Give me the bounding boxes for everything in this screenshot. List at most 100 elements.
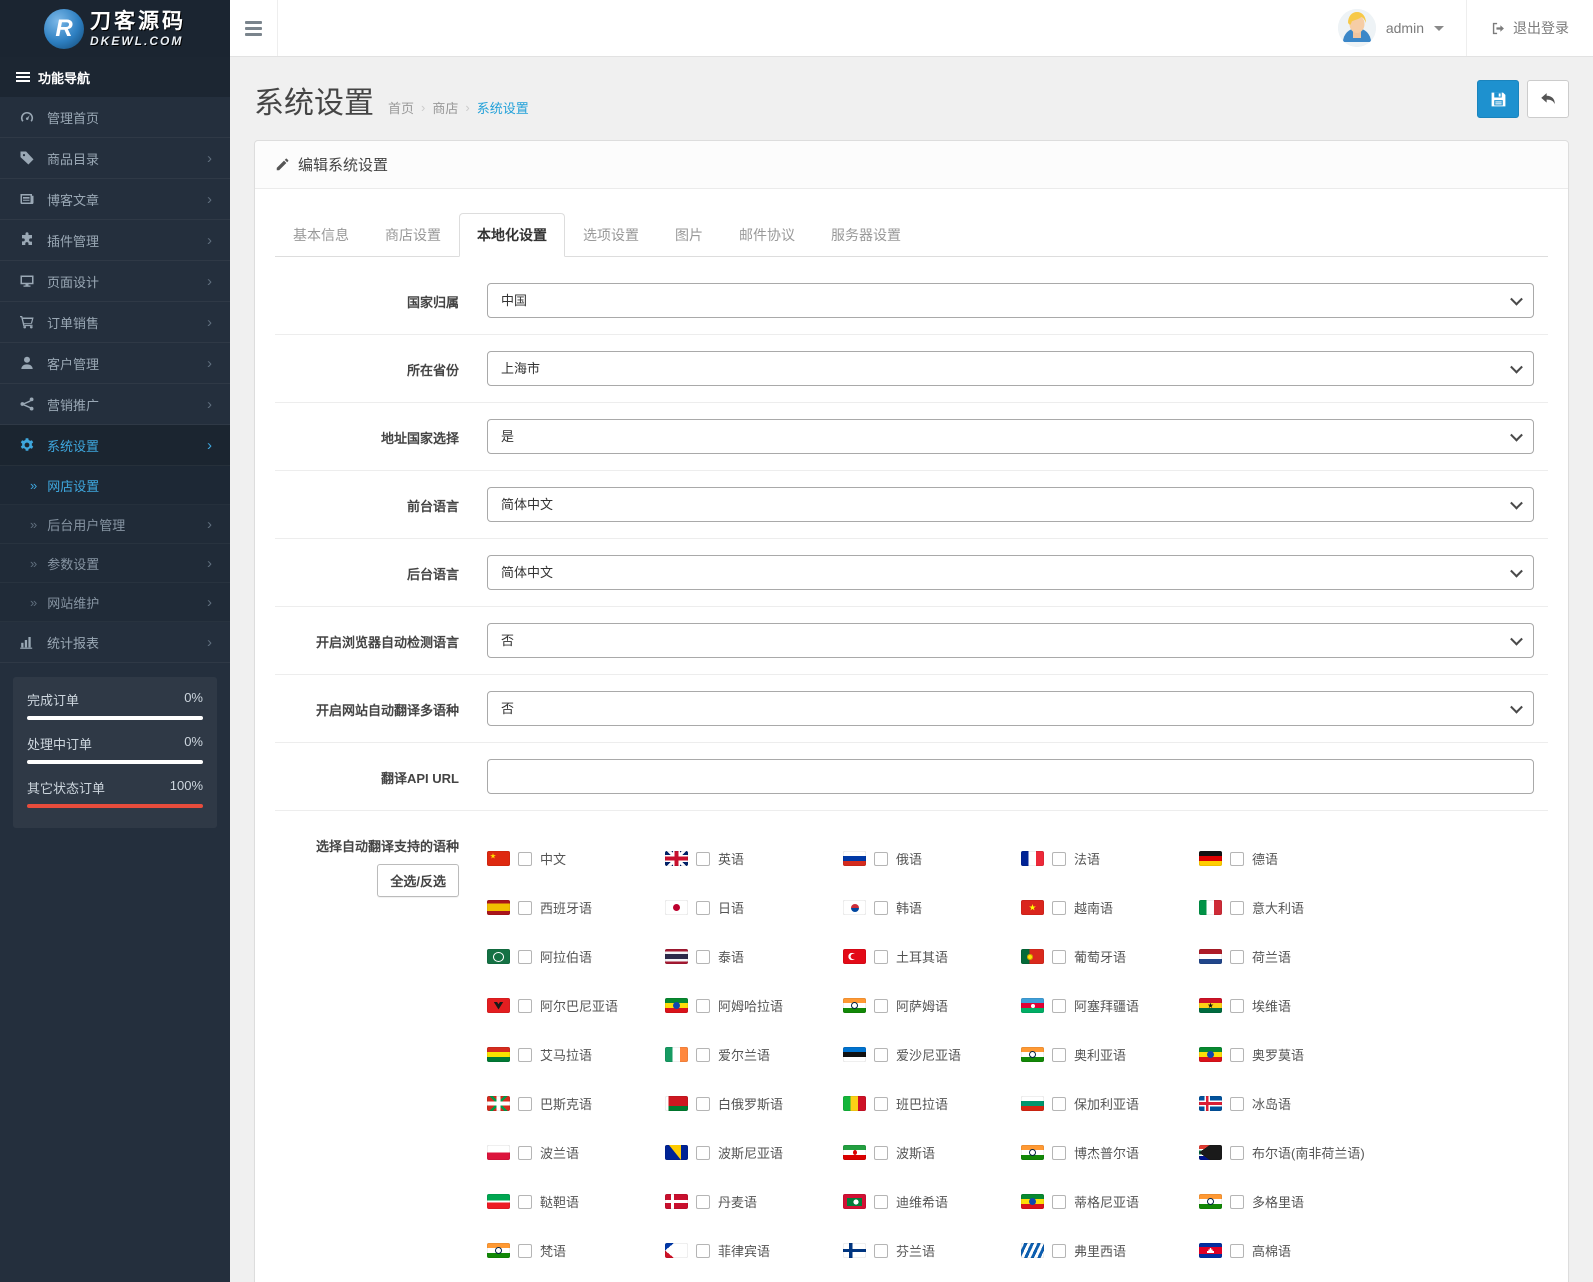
language-checkbox[interactable] xyxy=(874,998,888,1013)
language-label: 俄语 xyxy=(896,852,923,867)
language-item: 波斯语 xyxy=(843,1143,1021,1162)
address-country-select[interactable]: 是 xyxy=(487,419,1534,454)
logout-button[interactable]: 退出登录 xyxy=(1466,0,1593,56)
language-item: 阿姆哈拉语 xyxy=(665,996,843,1015)
language-checkbox[interactable] xyxy=(696,1096,710,1111)
sidebar-item-dashboard[interactable]: 管理首页 xyxy=(0,97,230,138)
sidebar-nav: 管理首页 商品目录 › 博客文章 › 插件管理 › 页面设计 › 订单销售 › 客户管理 › 营销推广 › 系… xyxy=(0,97,230,663)
sidebar-item-blog[interactable]: 博客文章 › xyxy=(0,179,230,220)
language-item: 巴斯克语 xyxy=(487,1094,665,1113)
language-checkbox[interactable] xyxy=(518,1096,532,1111)
settings-tabs: 基本信息 商店设置 本地化设置 选项设置 图片 邮件协议 服务器设置 xyxy=(275,213,1548,257)
sidebar-subitem-label: 网站维护 xyxy=(47,595,100,611)
language-checkbox[interactable] xyxy=(696,851,710,866)
sidebar-subitem-parameters[interactable]: » 参数设置 › xyxy=(0,544,230,583)
tab-服务器设置[interactable]: 服务器设置 xyxy=(813,213,919,257)
language-checkbox[interactable] xyxy=(1230,1194,1244,1209)
language-checkbox[interactable] xyxy=(1052,1194,1066,1209)
sidebar-item-sales[interactable]: 订单销售 › xyxy=(0,302,230,343)
browser-detect-language-select[interactable]: 否 xyxy=(487,623,1534,658)
language-checkbox[interactable] xyxy=(518,949,532,964)
language-checkbox[interactable] xyxy=(1052,1047,1066,1062)
translate-api-url-input[interactable] xyxy=(487,759,1534,794)
language-checkbox[interactable] xyxy=(874,1243,888,1258)
tab-基本信息[interactable]: 基本信息 xyxy=(275,213,367,257)
language-item: 荷兰语 xyxy=(1199,947,1377,966)
language-checkbox[interactable] xyxy=(1052,998,1066,1013)
language-checkbox[interactable] xyxy=(1052,1096,1066,1111)
form-control-translate-api-url xyxy=(487,759,1548,794)
breadcrumb-item[interactable]: 商店 xyxy=(432,98,458,117)
language-label: 葡萄牙语 xyxy=(1074,950,1127,965)
site-auto-translate-select[interactable]: 否 xyxy=(487,691,1534,726)
language-checkbox[interactable] xyxy=(874,949,888,964)
sidebar-subitem-maintenance[interactable]: » 网站维护 › xyxy=(0,583,230,622)
language-checkbox[interactable] xyxy=(1052,949,1066,964)
sidebar-item-marketing[interactable]: 营销推广 › xyxy=(0,384,230,425)
breadcrumb-item[interactable]: 首页 xyxy=(388,98,414,117)
flag-kh-icon xyxy=(1199,1243,1222,1258)
language-checkbox[interactable] xyxy=(696,1194,710,1209)
backend-language-select[interactable]: 简体中文 xyxy=(487,555,1534,590)
language-checkbox[interactable] xyxy=(518,1145,532,1160)
admin-user-menu[interactable]: admin xyxy=(1316,0,1466,56)
language-checkbox[interactable] xyxy=(518,900,532,915)
language-item: 中文 xyxy=(487,849,665,868)
sidebar-item-reports[interactable]: 统计报表 › xyxy=(0,622,230,663)
progress-bar xyxy=(27,716,203,720)
language-checkbox[interactable] xyxy=(1052,1145,1066,1160)
language-checkbox[interactable] xyxy=(874,1047,888,1062)
sidebar-item-catalog[interactable]: 商品目录 › xyxy=(0,138,230,179)
toggle-all-button[interactable]: 全选/反选 xyxy=(377,864,459,897)
breadcrumb-item[interactable]: 系统设置 xyxy=(477,98,529,117)
language-checkbox[interactable] xyxy=(696,998,710,1013)
sidebar-subitem-store-settings[interactable]: » 网店设置 xyxy=(0,466,230,505)
sidebar-item-design[interactable]: 页面设计 › xyxy=(0,261,230,302)
language-checkbox[interactable] xyxy=(1052,900,1066,915)
flag-fr-icon xyxy=(1021,851,1044,866)
flag-ru-icon xyxy=(843,851,866,866)
language-checkbox[interactable] xyxy=(696,1145,710,1160)
country-select[interactable]: 中国 xyxy=(487,283,1534,318)
language-item: 爱沙尼亚语 xyxy=(843,1045,1021,1064)
language-checkbox[interactable] xyxy=(518,998,532,1013)
sidebar-subitem-admin-users[interactable]: » 后台用户管理 › xyxy=(0,505,230,544)
language-checkbox[interactable] xyxy=(696,900,710,915)
language-checkbox[interactable] xyxy=(1230,1096,1244,1111)
language-checkbox[interactable] xyxy=(1230,900,1244,915)
tab-选项设置[interactable]: 选项设置 xyxy=(565,213,657,257)
sidebar-item-customers[interactable]: 客户管理 › xyxy=(0,343,230,384)
language-checkbox[interactable] xyxy=(696,1047,710,1062)
language-checkbox[interactable] xyxy=(518,1194,532,1209)
language-checkbox[interactable] xyxy=(518,851,532,866)
chevron-right-icon: › xyxy=(207,593,212,611)
language-checkbox[interactable] xyxy=(874,851,888,866)
language-checkbox[interactable] xyxy=(1230,1047,1244,1062)
language-checkbox[interactable] xyxy=(1230,998,1244,1013)
language-checkbox[interactable] xyxy=(1230,851,1244,866)
save-button[interactable] xyxy=(1477,80,1519,118)
language-checkbox[interactable] xyxy=(696,949,710,964)
tab-邮件协议[interactable]: 邮件协议 xyxy=(721,213,813,257)
language-checkbox[interactable] xyxy=(1052,851,1066,866)
language-checkbox[interactable] xyxy=(1230,1145,1244,1160)
language-checkbox[interactable] xyxy=(874,1194,888,1209)
language-checkbox[interactable] xyxy=(874,1145,888,1160)
back-button[interactable] xyxy=(1527,80,1569,118)
sidebar-item-extensions[interactable]: 插件管理 › xyxy=(0,220,230,261)
language-checkbox[interactable] xyxy=(1230,949,1244,964)
language-checkbox[interactable] xyxy=(874,900,888,915)
tab-图片[interactable]: 图片 xyxy=(657,213,721,257)
province-select[interactable]: 上海市 xyxy=(487,351,1534,386)
language-checkbox[interactable] xyxy=(518,1243,532,1258)
tab-商店设置[interactable]: 商店设置 xyxy=(367,213,459,257)
tab-本地化设置[interactable]: 本地化设置 xyxy=(459,213,565,257)
language-checkbox[interactable] xyxy=(874,1096,888,1111)
sidebar-item-system[interactable]: 系统设置 › xyxy=(0,425,230,466)
language-checkbox[interactable] xyxy=(696,1243,710,1258)
frontend-language-select[interactable]: 简体中文 xyxy=(487,487,1534,522)
language-checkbox[interactable] xyxy=(1052,1243,1066,1258)
language-checkbox[interactable] xyxy=(1230,1243,1244,1258)
language-checkbox[interactable] xyxy=(518,1047,532,1062)
hamburger-icon[interactable] xyxy=(230,0,278,56)
